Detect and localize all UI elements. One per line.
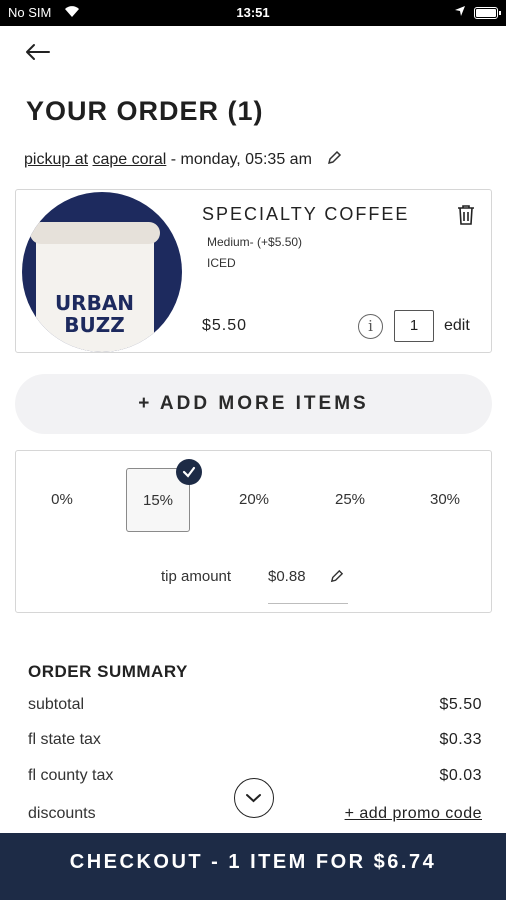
delete-trash-icon[interactable] bbox=[456, 204, 476, 231]
state-tax-label: fl state tax bbox=[28, 731, 101, 748]
cup-logo-text: URBAN BUZZ bbox=[54, 291, 135, 337]
scroll-down-chevron-icon[interactable] bbox=[234, 778, 274, 818]
clock: 13:51 bbox=[236, 5, 270, 20]
tip-selector: 0% 15% 20% 25% 30% tip amount $0.88 bbox=[15, 450, 492, 613]
county-tax-label: fl county tax bbox=[28, 767, 114, 784]
status-bar: No SIM 13:51 bbox=[0, 0, 506, 26]
tip-amount-field[interactable]: $0.88 bbox=[268, 568, 306, 585]
pickup-datetime: - monday, 05:35 am bbox=[170, 151, 312, 168]
tip-option-25[interactable]: 25% bbox=[318, 468, 382, 532]
item-size: Medium- (+$5.50) bbox=[207, 235, 303, 249]
cart-item-card: URBAN BUZZ SPECIALTY COFFEE Medium- (+$5… bbox=[15, 189, 492, 353]
info-icon[interactable]: i bbox=[358, 314, 383, 339]
pickup-location[interactable]: cape coral bbox=[93, 151, 167, 168]
item-photo: URBAN BUZZ bbox=[22, 192, 182, 352]
page-title: YOUR ORDER (1) bbox=[26, 96, 264, 126]
discounts-label: discounts bbox=[28, 805, 96, 822]
checkmark-icon bbox=[176, 459, 202, 485]
tip-option-0[interactable]: 0% bbox=[30, 468, 94, 532]
battery-icon bbox=[474, 7, 501, 19]
back-arrow-icon[interactable] bbox=[24, 38, 52, 66]
add-more-items-button[interactable]: + ADD MORE ITEMS bbox=[15, 374, 492, 434]
quantity-box[interactable]: 1 bbox=[394, 310, 434, 342]
tip-amount-label: tip amount bbox=[161, 568, 232, 585]
state-tax-value: $0.33 bbox=[439, 731, 482, 748]
tip-amount-underline bbox=[268, 603, 348, 604]
pickup-info[interactable]: pickup at cape coral - monday, 05:35 am bbox=[24, 150, 342, 171]
edit-item-link[interactable]: edit bbox=[444, 317, 470, 335]
tip-option-30[interactable]: 30% bbox=[413, 468, 477, 532]
add-promo-code-link[interactable]: + add promo code bbox=[345, 805, 482, 823]
county-tax-value: $0.03 bbox=[439, 767, 482, 784]
order-summary-title: ORDER SUMMARY bbox=[28, 662, 188, 681]
subtotal-value: $5.50 bbox=[439, 696, 482, 713]
edit-pickup-pencil-icon[interactable] bbox=[326, 150, 342, 171]
item-name: SPECIALTY COFFEE bbox=[202, 204, 410, 224]
item-option: ICED bbox=[207, 256, 236, 270]
edit-tip-pencil-icon[interactable] bbox=[329, 569, 344, 589]
location-arrow-icon bbox=[454, 5, 466, 20]
subtotal-label: subtotal bbox=[28, 696, 85, 713]
item-price: $5.50 bbox=[202, 317, 248, 334]
checkout-button[interactable]: CHECKOUT - 1 ITEM FOR $6.74 bbox=[0, 833, 506, 900]
cup-lid bbox=[30, 222, 160, 244]
pickup-prefix: pickup at bbox=[24, 151, 89, 168]
tip-option-20[interactable]: 20% bbox=[222, 468, 286, 532]
